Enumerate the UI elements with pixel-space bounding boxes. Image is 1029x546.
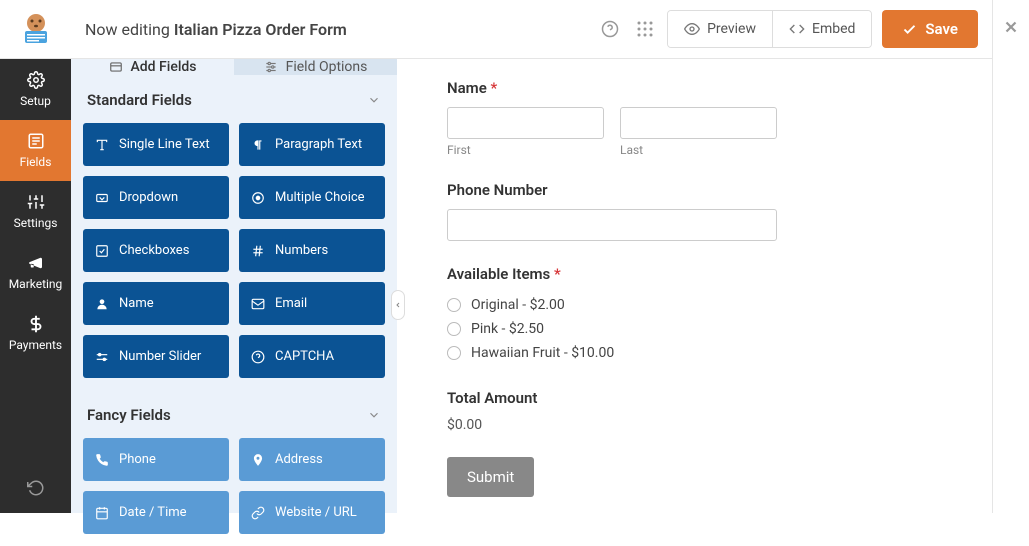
form-field-total[interactable]: Total Amount $0.00: [447, 389, 942, 433]
field-type-icon: [251, 191, 265, 205]
tab-field-options[interactable]: Field Options: [234, 59, 397, 75]
field-type-icon: [251, 244, 265, 258]
field-type-icon: [95, 297, 109, 311]
radio-icon: [447, 298, 461, 312]
field-type-single-line-text[interactable]: Single Line Text: [83, 123, 229, 166]
preview-button[interactable]: Preview: [668, 11, 772, 47]
form-field-phone[interactable]: Phone Number: [447, 181, 942, 241]
field-type-icon: [95, 350, 109, 364]
field-type-numbers[interactable]: Numbers: [239, 229, 385, 272]
collapse-sidebar-button[interactable]: [391, 290, 405, 320]
field-type-icon: [95, 191, 109, 205]
save-button[interactable]: Save: [882, 10, 978, 48]
section-fancy-fields[interactable]: Fancy Fields: [71, 390, 397, 438]
nav-history[interactable]: [0, 463, 71, 513]
radio-icon: [447, 322, 461, 336]
field-type-icon: [251, 453, 265, 467]
form-icon: [27, 132, 45, 150]
phone-input[interactable]: [447, 209, 777, 241]
last-name-input[interactable]: [620, 107, 777, 139]
field-type-icon: [251, 297, 265, 311]
first-name-input[interactable]: [447, 107, 604, 139]
field-type-paragraph-text[interactable]: Paragraph Text: [239, 123, 385, 166]
megaphone-icon: [27, 254, 45, 272]
field-type-icon: [251, 350, 265, 364]
form-field-name[interactable]: Name * First Last: [447, 79, 942, 157]
field-type-icon: [251, 138, 265, 152]
eye-icon: [684, 21, 700, 37]
first-sublabel: First: [447, 143, 604, 157]
sliders-icon: [27, 193, 45, 211]
field-type-address[interactable]: Address: [239, 438, 385, 481]
field-type-icon: [95, 453, 109, 467]
field-type-number-slider[interactable]: Number Slider: [83, 335, 229, 378]
add-fields-icon: [109, 60, 123, 74]
form-field-items[interactable]: Available Items * Original - $2.00Pink -…: [447, 265, 942, 365]
field-type-multiple-choice[interactable]: Multiple Choice: [239, 176, 385, 219]
field-type-captcha[interactable]: CAPTCHA: [239, 335, 385, 378]
available-item-option[interactable]: Hawaiian Fruit - $10.00: [447, 341, 942, 365]
code-icon: [789, 21, 805, 37]
chevron-left-icon: [394, 300, 402, 310]
field-type-name[interactable]: Name: [83, 282, 229, 325]
total-value: $0.00: [447, 417, 942, 433]
last-sublabel: Last: [620, 143, 777, 157]
nav-fields[interactable]: Fields: [0, 120, 71, 181]
nav-settings[interactable]: Settings: [0, 181, 71, 242]
available-item-option[interactable]: Original - $2.00: [447, 293, 942, 317]
help-icon[interactable]: [597, 16, 623, 42]
nav-marketing[interactable]: Marketing: [0, 242, 71, 303]
gear-icon: [27, 71, 45, 89]
logo: [0, 0, 71, 59]
tab-add-fields[interactable]: Add Fields: [71, 59, 234, 75]
chevron-down-icon: [367, 93, 381, 107]
field-type-icon: [95, 244, 109, 258]
chevron-down-icon: [367, 408, 381, 422]
submit-button[interactable]: Submit: [447, 457, 534, 497]
radio-icon: [447, 346, 461, 360]
field-type-checkboxes[interactable]: Checkboxes: [83, 229, 229, 272]
grid-icon[interactable]: [633, 17, 657, 41]
field-options-icon: [264, 60, 278, 74]
close-icon: [1002, 18, 1020, 36]
editing-text: Now editing Italian Pizza Order Form: [85, 20, 347, 39]
field-type-dropdown[interactable]: Dropdown: [83, 176, 229, 219]
section-standard-fields[interactable]: Standard Fields: [71, 75, 397, 123]
nav-payments[interactable]: Payments: [0, 303, 71, 364]
history-icon: [27, 479, 45, 497]
dollar-icon: [27, 315, 45, 333]
field-type-phone[interactable]: Phone: [83, 438, 229, 481]
field-type-icon: [95, 138, 109, 152]
form-name[interactable]: Italian Pizza Order Form: [174, 20, 347, 39]
available-item-option[interactable]: Pink - $2.50: [447, 317, 942, 341]
embed-button[interactable]: Embed: [772, 11, 871, 47]
field-type-email[interactable]: Email: [239, 282, 385, 325]
check-icon: [902, 22, 917, 37]
close-button[interactable]: [1002, 18, 1020, 36]
nav-setup[interactable]: Setup: [0, 59, 71, 120]
